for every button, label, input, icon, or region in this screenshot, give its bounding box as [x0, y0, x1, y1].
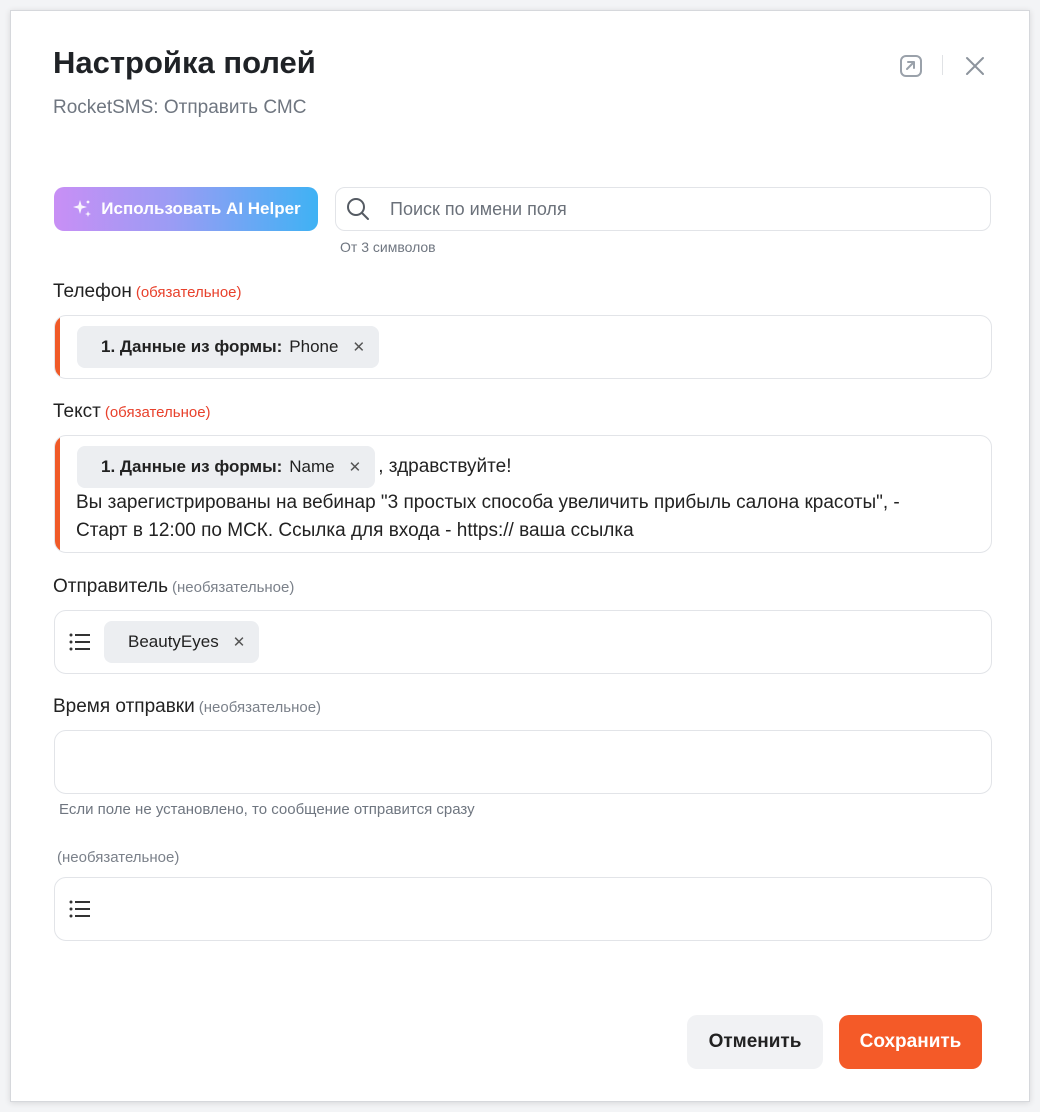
- chip-remove-icon[interactable]: ✕: [349, 458, 362, 476]
- close-button[interactable]: [960, 51, 990, 81]
- text-label-text: Текст: [53, 401, 101, 422]
- search-icon: [347, 198, 369, 220]
- required-badge: (обязательное): [135, 284, 242, 301]
- header-divider: [942, 55, 943, 75]
- field-search[interactable]: [335, 187, 991, 231]
- text-field[interactable]: 1. Данные из формы: Name ✕ , здравствуйт…: [54, 435, 992, 553]
- phone-label: Телефон (обязательное): [53, 281, 242, 303]
- close-icon: [966, 57, 984, 75]
- greeting-text: , здравствуйте!: [378, 456, 512, 477]
- message-body: Вы зарегистрированы на вебинар "3 просты…: [76, 492, 900, 541]
- optional-badge: (необязательное): [198, 699, 322, 716]
- optional-badge: (необязательное): [57, 849, 180, 866]
- send-time-label-text: Время отправки: [53, 696, 195, 717]
- ai-helper-label: Использовать AI Helper: [101, 199, 301, 218]
- field-settings-modal: Настройка полей RocketSMS: Отправить СМС…: [10, 10, 1030, 1102]
- optional-badge: (необязательное): [172, 579, 295, 596]
- sender-chip[interactable]: BeautyEyes ✕: [104, 621, 260, 663]
- text-chip[interactable]: 1. Данные из формы: Name ✕: [77, 446, 376, 488]
- chip-value: BeautyEyes: [128, 632, 219, 651]
- chip-remove-icon[interactable]: ✕: [352, 338, 365, 356]
- ai-helper-button[interactable]: Использовать AI Helper: [54, 187, 318, 231]
- sender-label: Отправитель (необязательное): [53, 576, 294, 598]
- sender-label-text: Отправитель: [53, 576, 169, 597]
- cancel-button[interactable]: Отменить: [687, 1015, 823, 1069]
- chip-remove-icon[interactable]: ✕: [233, 633, 246, 651]
- phone-label-text: Телефон: [53, 281, 132, 302]
- extra-field[interactable]: [54, 877, 992, 941]
- list-icon[interactable]: [69, 633, 91, 651]
- expand-icon: [900, 55, 922, 77]
- modal-title: Настройка полей: [53, 45, 316, 80]
- send-time-hint: Если поле не установлено, то сообщение о…: [59, 801, 475, 818]
- expand-button[interactable]: [896, 51, 926, 81]
- search-hint: От 3 символов: [340, 239, 436, 255]
- phone-chip[interactable]: 1. Данные из формы: Phone ✕: [77, 326, 380, 368]
- text-label: Текст (обязательное): [53, 401, 211, 423]
- extra-label: (необязательное): [53, 846, 179, 868]
- send-time-field[interactable]: [54, 730, 992, 794]
- modal-subtitle: RocketSMS: Отправить СМС: [53, 97, 307, 118]
- required-badge: (обязательное): [104, 404, 211, 421]
- list-icon[interactable]: [69, 900, 91, 918]
- chip-value: Phone: [289, 337, 339, 356]
- chip-value: Name: [289, 457, 335, 476]
- chip-source: 1. Данные из формы:: [101, 457, 283, 476]
- send-time-label: Время отправки (необязательное): [53, 696, 321, 718]
- chip-source: 1. Данные из формы:: [101, 337, 283, 356]
- sender-field[interactable]: BeautyEyes ✕: [54, 610, 992, 674]
- phone-field[interactable]: 1. Данные из формы: Phone ✕: [54, 315, 992, 379]
- search-input[interactable]: [388, 197, 952, 221]
- sparkles-icon: [73, 200, 92, 217]
- save-button[interactable]: Сохранить: [839, 1015, 982, 1069]
